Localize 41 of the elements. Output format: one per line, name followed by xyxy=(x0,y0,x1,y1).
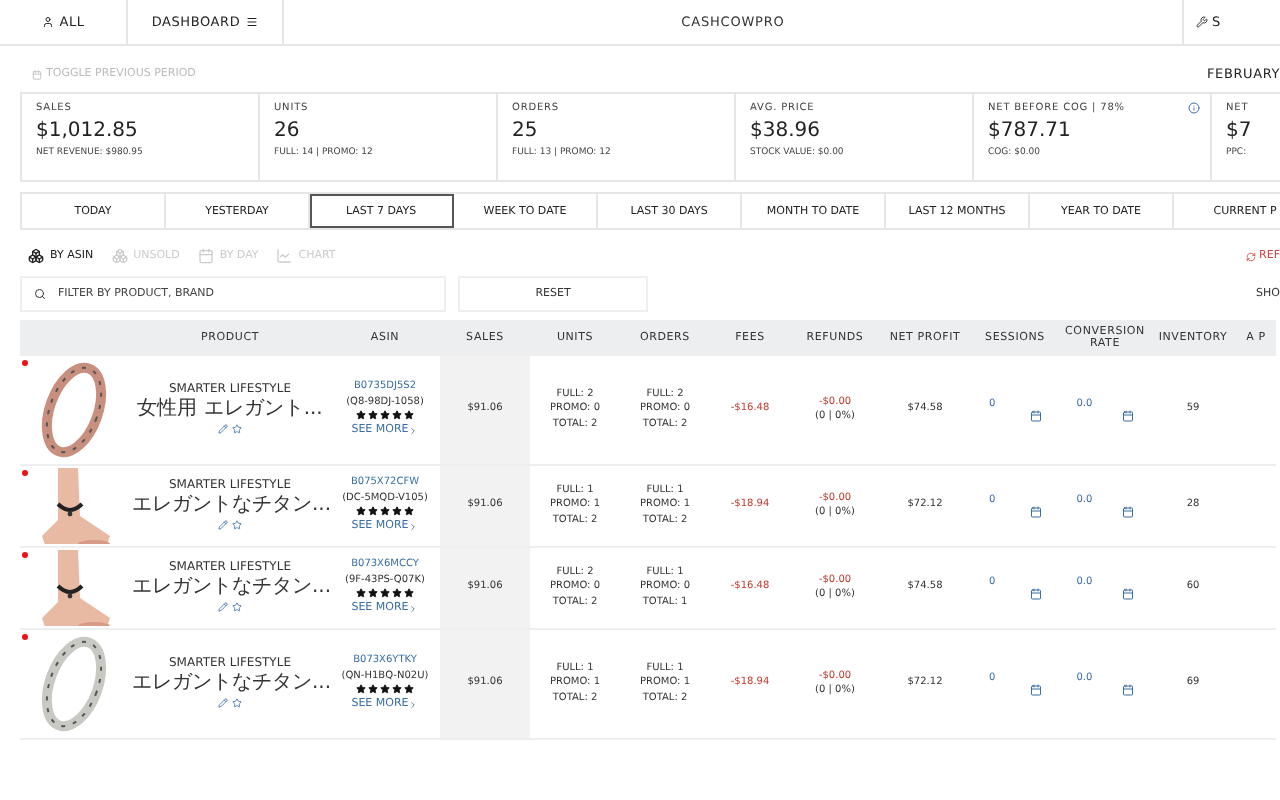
star-outline-icon[interactable] xyxy=(232,601,242,612)
stat-value: 26 xyxy=(274,120,302,142)
status-dot-icon xyxy=(22,360,28,366)
search-icon xyxy=(34,288,46,300)
chevron-icon xyxy=(408,604,419,615)
status-dot-icon xyxy=(22,552,28,558)
calendar-icon[interactable] xyxy=(1029,410,1042,422)
star-outline-icon[interactable] xyxy=(232,423,242,434)
calendar-icon[interactable] xyxy=(1121,506,1134,518)
calendar-icon[interactable] xyxy=(1121,684,1134,696)
menu-icon xyxy=(246,16,259,28)
line-chart-icon xyxy=(276,248,293,264)
boxes-icon xyxy=(28,248,44,264)
calendar-icon[interactable] xyxy=(1121,588,1134,600)
star-outline-icon[interactable] xyxy=(232,519,242,530)
stat-value: $38.96 xyxy=(750,120,822,142)
stat-value: $1,012.85 xyxy=(36,120,140,142)
edit-icon[interactable] xyxy=(218,601,228,612)
calendar-icon xyxy=(197,248,214,264)
calendar-icon[interactable] xyxy=(1121,410,1134,422)
user-icon xyxy=(41,16,54,28)
chevron-icon xyxy=(408,700,419,711)
status-dot-icon xyxy=(22,470,28,476)
edit-icon[interactable] xyxy=(218,519,228,530)
chevron-icon xyxy=(408,522,419,533)
chevron-icon xyxy=(408,426,419,437)
calendar-icon[interactable] xyxy=(1029,684,1042,696)
calendar-icon xyxy=(32,69,42,79)
stat-value: 25 xyxy=(512,120,540,142)
refresh-icon xyxy=(1245,251,1256,261)
info-icon[interactable] xyxy=(1188,102,1200,114)
calendar-icon[interactable] xyxy=(1029,588,1042,600)
boxes-icon xyxy=(111,248,128,264)
edit-icon[interactable] xyxy=(218,423,228,434)
edit-icon[interactable] xyxy=(218,697,228,708)
status-dot-icon xyxy=(22,634,28,640)
stat-value: $7 xyxy=(1226,120,1254,142)
stat-value: $787.71 xyxy=(988,120,1073,142)
calendar-icon[interactable] xyxy=(1029,506,1042,518)
wrench-icon xyxy=(1196,16,1208,28)
star-outline-icon[interactable] xyxy=(232,697,242,708)
